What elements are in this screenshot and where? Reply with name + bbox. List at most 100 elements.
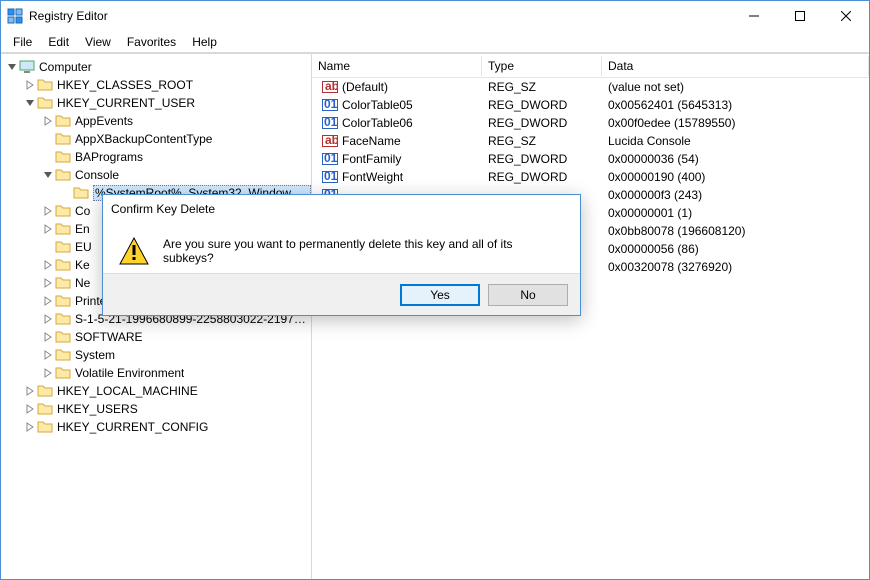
svg-text:011: 011 <box>324 169 338 183</box>
tree-hkcr[interactable]: HKEY_CLASSES_ROOT <box>1 76 311 94</box>
minimize-button[interactable] <box>731 1 777 31</box>
string-value-icon: ab <box>322 79 338 95</box>
value-row[interactable]: 011FontFamilyREG_DWORD0x00000036 (54) <box>312 150 869 168</box>
tree-system[interactable]: System <box>1 346 311 364</box>
col-name[interactable]: Name <box>312 56 482 76</box>
col-data[interactable]: Data <box>602 56 869 76</box>
tree-item-label: Ne <box>75 276 90 290</box>
value-type-cell: REG_SZ <box>482 134 602 148</box>
svg-text:011: 011 <box>324 151 338 165</box>
menu-file[interactable]: File <box>5 33 40 51</box>
tree-hkcu[interactable]: HKEY_CURRENT_USER <box>1 94 311 112</box>
value-row[interactable]: 011ColorTable06REG_DWORD0x00f0edee (1578… <box>312 114 869 132</box>
menu-edit[interactable]: Edit <box>40 33 77 51</box>
expand-arrow-icon[interactable] <box>41 312 55 326</box>
expand-arrow-icon[interactable] <box>41 258 55 272</box>
tree-item-label: BAPrograms <box>75 150 143 164</box>
expand-arrow-icon[interactable] <box>23 420 37 434</box>
value-name-cell: 011ColorTable05 <box>312 97 482 113</box>
expand-arrow-icon[interactable] <box>23 96 37 110</box>
dialog-title[interactable]: Confirm Key Delete <box>103 195 580 223</box>
tree-item-label: HKEY_LOCAL_MACHINE <box>57 384 198 398</box>
value-data-cell: 0x00000056 (86) <box>602 242 869 256</box>
expand-arrow-icon[interactable] <box>23 384 37 398</box>
value-data-cell: 0x00000001 (1) <box>602 206 869 220</box>
folder-icon <box>55 221 71 237</box>
value-name-text: FontWeight <box>342 170 403 184</box>
tree-hkcc[interactable]: HKEY_CURRENT_CONFIG <box>1 418 311 436</box>
tree-baprograms[interactable]: BAPrograms <box>1 148 311 166</box>
window-title: Registry Editor <box>29 9 731 23</box>
value-row[interactable]: ab(Default)REG_SZ(value not set) <box>312 78 869 96</box>
tree-item-label: Co <box>75 204 90 218</box>
menu-favorites[interactable]: Favorites <box>119 33 184 51</box>
value-data-cell: 0x00000036 (54) <box>602 152 869 166</box>
list-header[interactable]: Name Type Data <box>312 54 869 78</box>
folder-icon <box>37 383 53 399</box>
close-button[interactable] <box>823 1 869 31</box>
folder-icon <box>55 311 71 327</box>
folder-icon <box>55 257 71 273</box>
tree-item-label: AppXBackupContentType <box>75 132 212 146</box>
tree-item-label: AppEvents <box>75 114 133 128</box>
value-data-cell: Lucida Console <box>602 134 869 148</box>
folder-icon <box>37 401 53 417</box>
value-name-text: ColorTable06 <box>342 116 413 130</box>
tree-item-label: Computer <box>39 60 92 74</box>
folder-icon <box>55 131 71 147</box>
titlebar[interactable]: Registry Editor <box>1 1 869 31</box>
tree-hklm[interactable]: HKEY_LOCAL_MACHINE <box>1 382 311 400</box>
folder-icon <box>37 77 53 93</box>
expand-arrow-icon[interactable] <box>41 168 55 182</box>
expand-arrow-icon[interactable] <box>41 348 55 362</box>
tree-item-label: HKEY_CLASSES_ROOT <box>57 78 193 92</box>
computer-icon <box>19 59 35 75</box>
yes-button[interactable]: Yes <box>400 284 480 306</box>
tree-item-label: Console <box>75 168 119 182</box>
tree-pane[interactable]: Computer HKEY_CLASSES_ROOT HKEY_CURRENT_US… <box>1 54 312 579</box>
value-name-cell: 011ColorTable06 <box>312 115 482 131</box>
dialog-buttons: Yes No <box>103 273 580 315</box>
expand-arrow-icon[interactable] <box>23 402 37 416</box>
tree-appevents[interactable]: AppEvents <box>1 112 311 130</box>
expand-arrow-icon[interactable] <box>41 222 55 236</box>
value-type-cell: REG_DWORD <box>482 98 602 112</box>
expand-arrow-icon[interactable] <box>41 294 55 308</box>
menu-help[interactable]: Help <box>184 33 225 51</box>
expand-arrow-icon[interactable] <box>41 204 55 218</box>
expand-arrow-icon[interactable] <box>41 366 55 380</box>
expand-arrow-icon[interactable] <box>41 276 55 290</box>
col-type[interactable]: Type <box>482 56 602 76</box>
menubar: File Edit View Favorites Help <box>1 31 869 53</box>
expand-arrow-icon <box>59 186 73 200</box>
value-data-cell: 0x0bb80078 (196608120) <box>602 224 869 238</box>
tree-appxbackup[interactable]: AppXBackupContentType <box>1 130 311 148</box>
expand-arrow-icon[interactable] <box>5 60 19 74</box>
value-data-cell: (value not set) <box>602 80 869 94</box>
value-row[interactable]: 011FontWeightREG_DWORD0x00000190 (400) <box>312 168 869 186</box>
tree-item-label: SOFTWARE <box>75 330 143 344</box>
tree-software[interactable]: SOFTWARE <box>1 328 311 346</box>
tree-computer[interactable]: Computer <box>1 58 311 76</box>
expand-arrow-icon[interactable] <box>23 78 37 92</box>
tree-console[interactable]: Console <box>1 166 311 184</box>
value-name-text: (Default) <box>342 80 388 94</box>
tree-item-label: HKEY_CURRENT_USER <box>57 96 195 110</box>
menu-view[interactable]: View <box>77 33 119 51</box>
value-data-cell: 0x00f0edee (15789550) <box>602 116 869 130</box>
no-button[interactable]: No <box>488 284 568 306</box>
tree-hku[interactable]: HKEY_USERS <box>1 400 311 418</box>
list-body[interactable]: ab(Default)REG_SZ(value not set)011Color… <box>312 78 869 579</box>
value-row[interactable]: 011ColorTable05REG_DWORD0x00562401 (5645… <box>312 96 869 114</box>
list-pane[interactable]: Name Type Data ab (Default) REG_SZ (value n… <box>312 54 869 579</box>
expand-arrow-icon <box>41 150 55 164</box>
value-row[interactable]: abFaceNameREG_SZLucida Console <box>312 132 869 150</box>
expand-arrow-icon[interactable] <box>41 114 55 128</box>
regedit-icon <box>7 8 23 24</box>
value-data-cell: 0x00320078 (3276920) <box>602 260 869 274</box>
tree-volatile[interactable]: Volatile Environment <box>1 364 311 382</box>
maximize-button[interactable] <box>777 1 823 31</box>
value-type-cell: REG_DWORD <box>482 170 602 184</box>
expand-arrow-icon[interactable] <box>41 330 55 344</box>
folder-icon <box>37 95 53 111</box>
